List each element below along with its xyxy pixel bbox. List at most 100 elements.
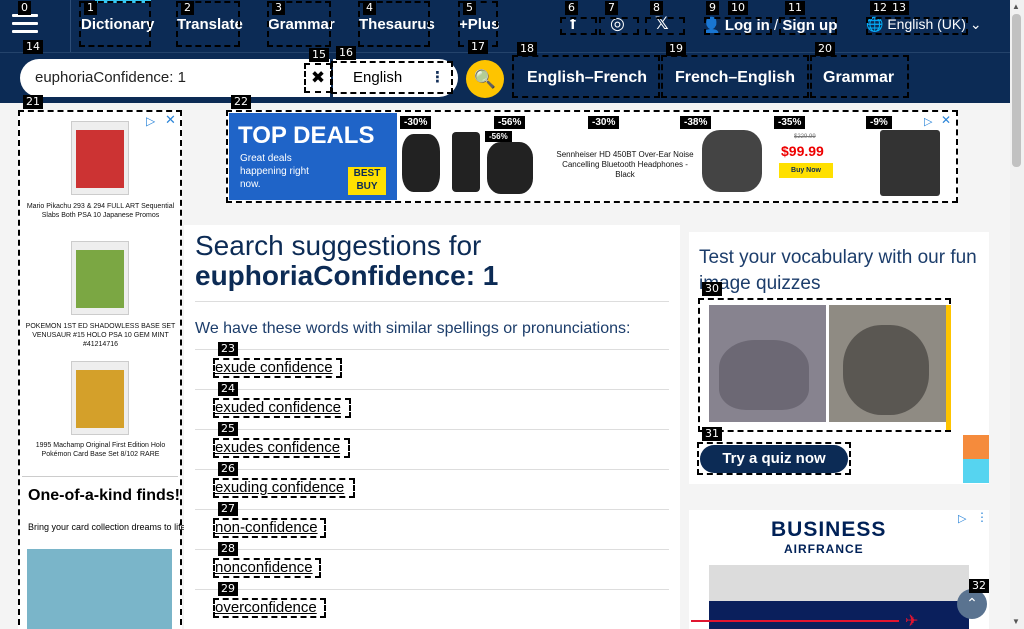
discount-badge: -30%	[400, 116, 432, 129]
ad-divider	[22, 476, 178, 477]
headphones-image[interactable]	[702, 130, 762, 192]
quiz-title: Test your vocabulary with our fun image …	[699, 247, 977, 294]
back-to-top-button[interactable]: ⌃	[957, 589, 987, 619]
feedback-tab-orange[interactable]	[963, 435, 989, 459]
discount-badge: -9%	[866, 116, 892, 129]
suggestions-intro: We have these words with similar spellin…	[195, 320, 631, 337]
banner-product-text[interactable]: Sennheiser HD 450BT Over-Ear Noise Cance…	[555, 150, 695, 180]
discount-badge: -38%	[680, 116, 712, 129]
highlight-box	[560, 17, 597, 35]
quiz-accent-bar	[946, 305, 951, 430]
marker-label: 0	[18, 1, 31, 15]
marker-label: 10	[728, 1, 748, 15]
marker-label: 27	[218, 502, 238, 516]
speaker-image[interactable]	[452, 132, 480, 192]
login-separator: /	[774, 17, 779, 34]
marker-label: 16	[336, 46, 356, 60]
divider	[195, 389, 669, 390]
scroll-up-arrow-icon[interactable]: ▲	[1012, 2, 1020, 11]
highlight-box	[866, 17, 968, 35]
marker-label: 5	[463, 1, 476, 15]
chevron-up-icon: ⌃	[966, 595, 978, 611]
card-image[interactable]	[71, 241, 129, 315]
highlight-box	[213, 598, 326, 618]
seal-image[interactable]	[829, 305, 946, 422]
card-image[interactable]	[71, 361, 129, 435]
marker-label: 14	[23, 40, 43, 54]
chevron-down-icon: ⌄	[969, 16, 982, 32]
marker-label: 24	[218, 382, 238, 396]
marker-label: 2	[181, 1, 194, 15]
divider	[195, 549, 669, 550]
hippo-image[interactable]	[709, 305, 826, 422]
highlight-box	[213, 558, 321, 578]
divider	[195, 469, 669, 470]
search-input[interactable]: euphoriaConfidence: 1	[35, 69, 186, 86]
discount-badge: -56%	[494, 116, 526, 129]
marker-label: 6	[565, 1, 578, 15]
marker-label: 18	[517, 42, 537, 56]
adchoices-icon[interactable]: ▷	[924, 115, 932, 128]
headphones-image[interactable]	[402, 134, 440, 192]
search-term-heading: euphoriaConfidence: 1	[195, 260, 499, 291]
banner-title[interactable]: TOP DEALS	[238, 122, 374, 150]
ad-item-text[interactable]: 1995 Machamp Original First Edition Holo…	[23, 441, 178, 459]
bestbuy-logo: BEST BUY	[348, 167, 386, 195]
pc-tower-image[interactable]	[880, 130, 940, 196]
marker-label: 9	[706, 1, 719, 15]
discount-badge: -56%	[485, 131, 512, 142]
highlight-box	[697, 442, 851, 475]
highlight-box	[661, 55, 809, 98]
ad-close-icon[interactable]: ✕	[165, 112, 176, 128]
marker-label: 29	[218, 582, 238, 596]
marker-label: 23	[218, 342, 238, 356]
highlight-box	[213, 478, 355, 498]
adchoices-icon[interactable]: ▷	[958, 512, 966, 525]
discount-badge: -30%	[588, 116, 620, 129]
banner-old-price: $229.99	[794, 134, 816, 140]
page: Dictionary Translate Grammar Thesaurus +…	[0, 0, 1024, 629]
marker-label: 28	[218, 542, 238, 556]
promo-subtitle[interactable]: Bring your card collection dreams to lif…	[28, 522, 188, 533]
ad-accent-line	[691, 620, 899, 622]
promo-title[interactable]: One-of-a-kind finds!	[28, 487, 180, 504]
highlight-box	[599, 17, 639, 35]
marker-label: 4	[363, 1, 376, 15]
marker-label: 30	[702, 282, 722, 296]
divider	[195, 301, 669, 302]
highlight-box	[779, 17, 837, 35]
marker-label: 21	[23, 95, 43, 109]
ad-headline[interactable]: BUSINESS	[771, 518, 886, 542]
headphones-image[interactable]	[487, 142, 533, 194]
marker-label: 11	[785, 1, 805, 15]
discount-badge: -35%	[774, 116, 806, 129]
adchoices-icon[interactable]: ▷	[146, 114, 155, 128]
marker-label: 7	[605, 1, 618, 15]
feedback-tab-cyan[interactable]	[963, 459, 989, 483]
marker-label: 1	[84, 1, 97, 15]
plane-icon: ✈	[905, 613, 919, 629]
divider	[195, 349, 669, 350]
search-button[interactable]: 🔍	[466, 60, 504, 98]
divider	[195, 589, 669, 590]
scroll-down-arrow-icon[interactable]: ▼	[1012, 617, 1020, 626]
highlight-box	[213, 438, 350, 458]
scrollbar-thumb[interactable]	[1012, 14, 1021, 167]
hamburger-menu-icon[interactable]	[12, 14, 38, 36]
buy-now-button[interactable]: Buy Now	[779, 163, 833, 178]
marker-label: 26	[218, 462, 238, 476]
ad-options-icon[interactable]: ⋮	[976, 510, 988, 524]
ad-item-text[interactable]: Mario Pikachu 293 & 294 FULL ART Sequent…	[23, 202, 178, 220]
card-image[interactable]	[71, 121, 129, 195]
highlight-box	[810, 55, 909, 98]
ad-close-icon[interactable]: ✕	[941, 113, 951, 127]
highlight-box	[213, 518, 326, 538]
highlight-box	[512, 55, 660, 98]
marker-label: 25	[218, 422, 238, 436]
ad-item-text[interactable]: POKEMON 1ST ED SHADOWLESS BASE SET VENUS…	[23, 322, 178, 349]
banner-subtitle: Great deals happening right now.	[240, 153, 309, 190]
marker-label: 3	[272, 1, 285, 15]
marker-label: 15	[309, 48, 329, 62]
promo-image[interactable]	[27, 549, 172, 629]
airfrance-logo: AIRFRANCE	[784, 542, 864, 556]
